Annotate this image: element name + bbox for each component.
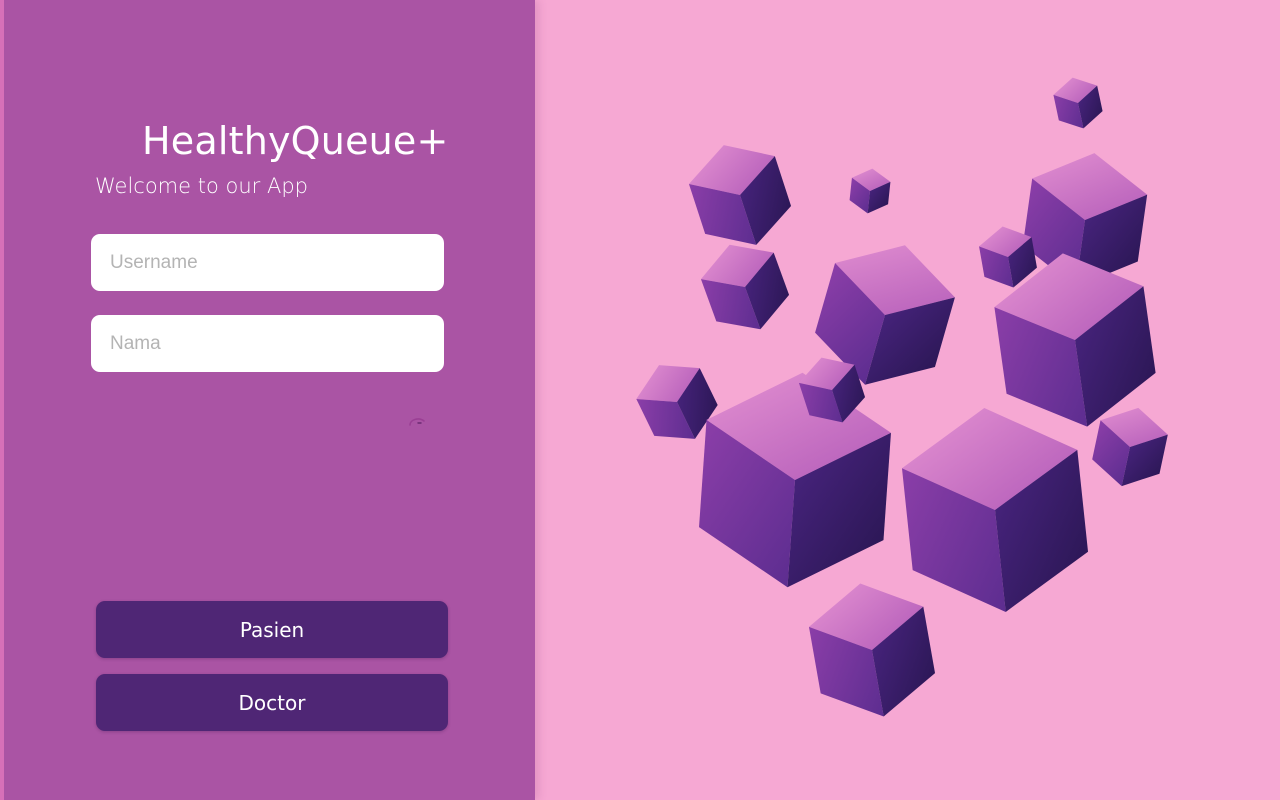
cube-shape bbox=[803, 573, 941, 727]
doctor-button[interactable]: Doctor bbox=[96, 674, 448, 731]
pasien-button[interactable]: Pasien bbox=[96, 601, 448, 658]
login-panel: HealthyQueue+ Welcome to our App Pasien … bbox=[0, 0, 535, 800]
cube-shape bbox=[695, 366, 895, 594]
cube-shape bbox=[693, 231, 797, 343]
app-title: HealthyQueue+ bbox=[142, 119, 449, 163]
floating-cubes-illustration bbox=[627, 72, 1172, 727]
username-input[interactable] bbox=[91, 234, 444, 291]
nama-input[interactable] bbox=[91, 315, 444, 372]
cube-shape bbox=[848, 166, 892, 216]
cube-shape bbox=[680, 131, 800, 259]
cube-shape bbox=[896, 398, 1094, 622]
login-screen: HealthyQueue+ Welcome to our App Pasien … bbox=[0, 0, 1280, 800]
loading-spinner-icon bbox=[409, 418, 425, 426]
welcome-text: Welcome to our App bbox=[95, 174, 308, 198]
cube-shape bbox=[1050, 72, 1106, 134]
